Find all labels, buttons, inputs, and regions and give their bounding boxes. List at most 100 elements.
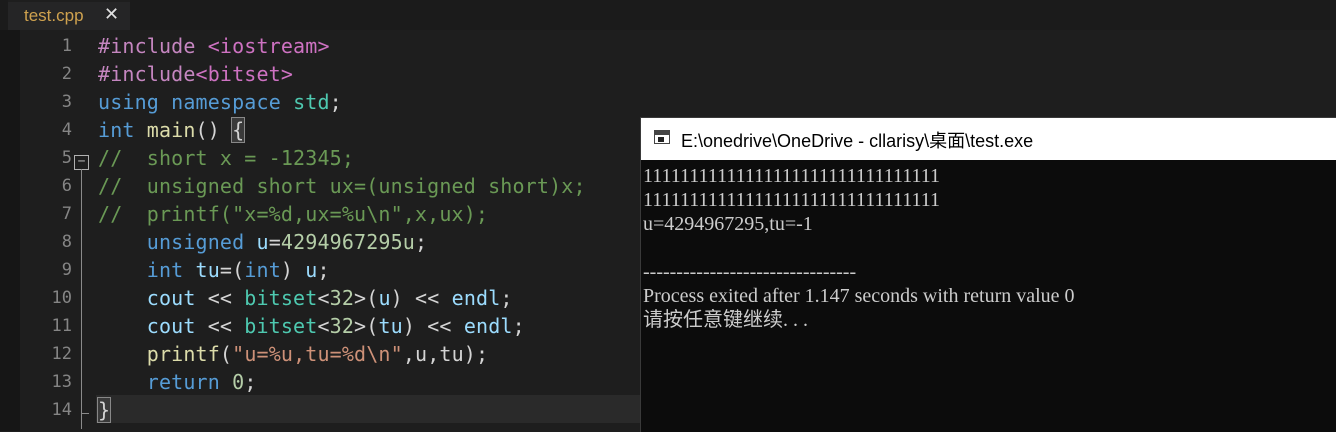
code-line-13: return 0; bbox=[98, 368, 257, 396]
line-number: 12 bbox=[51, 344, 72, 364]
console-window[interactable]: E:\onedrive\OneDrive - cllarisy\桌面\test.… bbox=[640, 117, 1336, 432]
code-line-14: } bbox=[96, 396, 112, 424]
token-type: int bbox=[146, 258, 184, 282]
line-number: 13 bbox=[51, 372, 72, 392]
token-number: 0 bbox=[219, 370, 245, 394]
token-directive: #include bbox=[98, 62, 196, 86]
code-line-8: unsigned u=4294967295u; bbox=[98, 228, 427, 256]
token-operator: << bbox=[402, 286, 452, 310]
code-line-10: cout << bitset<32>(u) << endl; bbox=[98, 284, 513, 312]
tab-label[interactable]: test.cpp bbox=[24, 6, 84, 26]
token-variable: u bbox=[378, 286, 391, 310]
line-number: 4 bbox=[61, 120, 72, 140]
code-line-3: using namespace std; bbox=[98, 88, 342, 116]
tab-test-cpp[interactable]: test.cpp ✕ bbox=[8, 0, 130, 30]
line-number: 7 bbox=[61, 204, 72, 224]
code-line-6: // unsigned short ux=(unsigned short)x; bbox=[98, 174, 586, 198]
token-variable: u bbox=[305, 258, 318, 282]
gutter-margin bbox=[0, 30, 20, 431]
console-output-line: -------------------------------- bbox=[643, 261, 857, 283]
token-function: main bbox=[134, 118, 196, 142]
token-punct: ); bbox=[463, 342, 489, 366]
line-number: 2 bbox=[61, 64, 72, 84]
token-punct: ( bbox=[366, 286, 379, 310]
fold-collapse-icon[interactable]: − bbox=[74, 155, 89, 170]
token-operator: << bbox=[195, 314, 245, 338]
line-number: 9 bbox=[61, 260, 72, 280]
line-number: 14 bbox=[51, 400, 72, 420]
token-identifier: cout bbox=[146, 314, 196, 338]
token-brace: } bbox=[96, 397, 112, 423]
token-variable: tu bbox=[183, 258, 220, 282]
token-punct: ) bbox=[390, 286, 403, 310]
token-keyword: namespace bbox=[158, 90, 281, 114]
line-number: 1 bbox=[61, 36, 72, 56]
code-line-1: #include <iostream> bbox=[98, 32, 330, 60]
token-punct: > bbox=[354, 286, 367, 310]
code-line-2: #include<bitset> bbox=[98, 60, 293, 88]
console-title: E:\onedrive\OneDrive - cllarisy\桌面\test.… bbox=[681, 131, 1034, 151]
token-identifier: endl bbox=[451, 286, 501, 310]
token-punct: < bbox=[317, 314, 330, 338]
token-brace: { bbox=[231, 117, 246, 143]
token-punct: ) bbox=[402, 314, 416, 338]
token-punct: < bbox=[317, 286, 330, 310]
line-number: 6 bbox=[61, 176, 72, 196]
line-number: 5 bbox=[61, 148, 72, 168]
token-type: bitset bbox=[244, 286, 318, 310]
token-args: ,u,tu bbox=[402, 342, 464, 366]
token-type: int bbox=[244, 258, 281, 282]
console-output-line: 请按任意键继续. . . bbox=[643, 309, 808, 331]
token-number: 4294967295u bbox=[280, 230, 415, 254]
token-variable: tu bbox=[378, 314, 403, 338]
console-titlebar[interactable]: E:\onedrive\OneDrive - cllarisy\桌面\test.… bbox=[641, 118, 1336, 160]
console-output-line: 11111111111111111111111111111111 bbox=[643, 165, 940, 187]
code-line-11: cout << bitset<32>(tu) << endl; bbox=[98, 312, 525, 340]
token-identifier: endl bbox=[463, 314, 513, 338]
console-output-line: u=4294967295,tu=-1 bbox=[643, 213, 813, 235]
token-punct: ; bbox=[329, 90, 342, 114]
token-punct: > bbox=[354, 314, 367, 338]
token-punct: =( bbox=[219, 258, 245, 282]
token-punct: ; bbox=[317, 258, 330, 282]
token-punct: ; bbox=[244, 370, 257, 394]
code-line-12: printf("u=%u,tu=%d\n",u,tu); bbox=[98, 340, 488, 368]
token-punct: ) bbox=[280, 258, 306, 282]
token-punct: ( bbox=[366, 314, 379, 338]
line-number: 10 bbox=[51, 288, 72, 308]
token-keyword: using bbox=[98, 90, 159, 114]
token-punct: ( bbox=[219, 342, 233, 366]
token-type: int bbox=[98, 118, 135, 142]
token-number: 32 bbox=[329, 286, 355, 310]
console-app-icon bbox=[654, 130, 670, 144]
line-number: 11 bbox=[51, 316, 72, 336]
token-string: "u=%u,tu=%d\n" bbox=[232, 342, 403, 366]
token-header: <iostream> bbox=[195, 34, 330, 58]
token-directive: #include bbox=[98, 34, 196, 58]
tab-bar: test.cpp ✕ bbox=[0, 0, 1336, 30]
token-namespace: std bbox=[280, 90, 330, 114]
close-icon[interactable]: ✕ bbox=[104, 4, 119, 25]
token-punct: ; bbox=[415, 230, 428, 254]
token-punct: ; bbox=[512, 314, 525, 338]
console-output-line: Process exited after 1.147 seconds with … bbox=[643, 285, 1075, 307]
code-line-7: // printf("x=%d,ux=%u\n",x,ux); bbox=[98, 202, 489, 226]
console-output-line: 11111111111111111111111111111111 bbox=[643, 189, 940, 211]
token-operator: << bbox=[415, 314, 464, 338]
token-type: bitset bbox=[244, 314, 318, 338]
token-punct: = bbox=[268, 230, 281, 254]
line-number: 8 bbox=[61, 232, 72, 252]
fold-end-marker bbox=[81, 413, 89, 414]
token-punct: () bbox=[195, 118, 233, 142]
code-line-9: int tu=(int) u; bbox=[98, 256, 330, 284]
code-line-4: int main() { bbox=[98, 116, 246, 144]
code-line-5: // short x = -12345; bbox=[98, 146, 355, 170]
line-number: 3 bbox=[61, 92, 72, 112]
token-operator: << bbox=[195, 286, 245, 310]
